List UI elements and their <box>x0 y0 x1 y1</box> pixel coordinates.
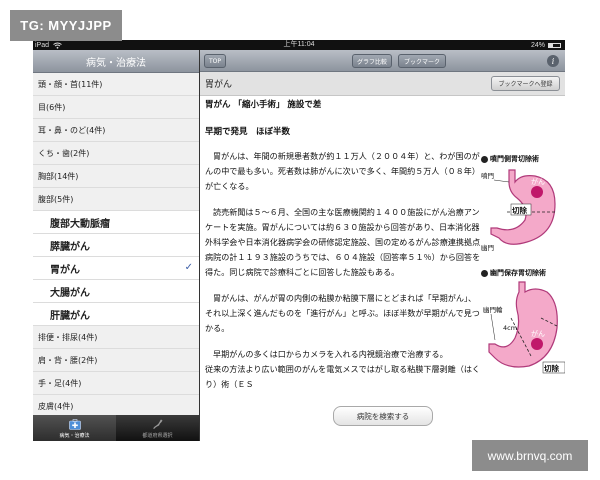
article-header-title: 胃がん <box>205 80 233 90</box>
watermark-top-left: TG: MYYJJPP <box>10 10 122 41</box>
sidebar-item-head[interactable]: 頭・顔・首(11件) <box>33 73 199 96</box>
sidebar-item-liver-cancer[interactable]: 肝臓がん <box>33 303 199 326</box>
info-icon[interactable]: i <box>547 55 559 67</box>
tab-label: 病気・治療法 <box>59 433 90 439</box>
stomach-diagram-1: がん 噴門 切除 幽門 <box>481 169 557 252</box>
detail-pane: TOP グラフ比較 ブックマーク i 胃がん ブックマークへ登録 胃がん 「縮小… <box>200 50 565 441</box>
article-content: 胃がん 「縮小手術」 施設で差 早期で発見 ほぼ半数 胃がんは、年間の新規患者数… <box>200 96 565 441</box>
svg-text:切除: 切除 <box>512 205 527 215</box>
tab-bar: 病気・治療法 都道府県選択 <box>33 415 199 441</box>
svg-text:がん: がん <box>531 177 545 186</box>
article-paragraph: 胃がんは、年間の新規患者数が約１１万人（２００４年）と、わが国のがんの中で最も多… <box>205 151 480 191</box>
cancer-marker <box>531 186 543 198</box>
search-hospital-button[interactable]: 病院を検索する <box>333 406 433 426</box>
article-headline: 胃がん 「縮小手術」 施設で差 <box>205 100 322 110</box>
sidebar-item-label: くち・歯(2件) <box>38 148 90 158</box>
article-paragraph: 胃がんは、がんが胃の内側の粘膜か粘膜下層にとどまれば「早期がん」、それ以上深く進… <box>205 293 480 333</box>
svg-text:切除: 切除 <box>544 363 559 373</box>
sidebar-item-bowel-urination[interactable]: 排便・排尿(4件) <box>33 326 199 349</box>
sidebar-item-shoulder-back-waist[interactable]: 肩・背・腰(2件) <box>33 349 199 372</box>
svg-text:4cm: 4cm <box>503 324 517 332</box>
ipad-screen: iPad 上午11:04 24% 病気・治療法 頭・顔・首(11件) 目(6件)… <box>33 40 565 441</box>
bullet-icon <box>481 269 488 277</box>
status-time: 上午11:04 <box>283 41 315 48</box>
sidebar-item-label: 腹部大動脈瘤 <box>50 218 110 230</box>
sidebar-list: 頭・顔・首(11件) 目(6件) 耳・鼻・のど(4件) くち・歯(2件) 胸部(… <box>33 73 199 418</box>
medical-kit-icon <box>68 419 81 430</box>
sidebar-item-label: 胸部(14件) <box>38 171 79 181</box>
sidebar-item-label: 大腸がん <box>50 287 90 299</box>
article-subhead: 早期で発見 ほぼ半数 <box>205 127 291 137</box>
tab-diseases[interactable]: 病気・治療法 <box>33 415 116 441</box>
watermark-bottom-right: www.brnvq.com <box>472 440 588 471</box>
sidebar-item-colorectal-cancer[interactable]: 大腸がん <box>33 280 199 303</box>
sidebar-item-pancreatic-cancer[interactable]: 膵臓がん <box>33 234 199 257</box>
figure-title: 幽門保存胃切除術 <box>481 268 565 278</box>
japan-map-icon <box>152 419 162 429</box>
sidebar-item-label: 耳・鼻・のど(4件) <box>38 125 106 135</box>
top-toolbar: TOP グラフ比較 ブックマーク i <box>200 50 565 72</box>
battery-percent: 24% <box>530 41 545 49</box>
sidebar-item-label: 胃がん <box>50 264 80 276</box>
stomach-diagram-2: がん 幽門輪 4cm 切除 <box>483 281 565 374</box>
bullet-icon <box>481 155 488 163</box>
article-paragraph: 早期がんの多くは口からカメラを入れる内視鏡治療で治療する。 <box>213 349 448 359</box>
sidebar-item-label: 皮膚(4件) <box>38 401 74 411</box>
figure-pylorus-preserving-gastrectomy: 幽門保存胃切除術 がん 幽門輪 4cm 切除 <box>481 268 565 378</box>
article-header: 胃がん ブックマークへ登録 <box>200 72 565 96</box>
sidebar-item-label: 肝臓がん <box>50 310 90 322</box>
sidebar-item-label: 手・足(4件) <box>38 378 82 388</box>
add-bookmark-button[interactable]: ブックマークへ登録 <box>491 76 560 91</box>
sidebar-item-abdominal-aortic-aneurysm[interactable]: 腹部大動脈瘤 <box>33 211 199 234</box>
sidebar-item-label: 肩・背・腰(2件) <box>38 355 98 365</box>
svg-text:幽門輪: 幽門輪 <box>483 305 503 314</box>
svg-text:噴門: 噴門 <box>481 171 494 180</box>
sidebar-title: 病気・治療法 <box>33 50 199 73</box>
sidebar-item-ear-nose-throat[interactable]: 耳・鼻・のど(4件) <box>33 119 199 142</box>
sidebar-item-abdomen[interactable]: 腹部(5件) <box>33 188 199 211</box>
figure-proximal-gastrectomy: 噴門側胃切除術 がん 噴門 切除 幽門 <box>481 154 565 260</box>
sidebar-item-chest[interactable]: 胸部(14件) <box>33 165 199 188</box>
cancer-marker <box>531 338 543 350</box>
sidebar-item-label: 膵臓がん <box>50 241 90 253</box>
sidebar-item-mouth-teeth[interactable]: くち・歯(2件) <box>33 142 199 165</box>
tab-label: 都道府県選択 <box>142 433 173 439</box>
svg-text:がん: がん <box>531 329 545 338</box>
sidebar-item-stomach-cancer[interactable]: 胃がん ✓ <box>33 257 199 280</box>
article-body: 胃がん 「縮小手術」 施設で差 早期で発見 ほぼ半数 胃がんは、年間の新規患者数… <box>205 96 481 403</box>
status-bar: iPad 上午11:04 24% <box>33 40 565 50</box>
article-paragraph: 読売新聞は５～６月、全国の主な医療機関約１４００施設にがん治療アンケートを実施。… <box>205 207 481 277</box>
sidebar-item-label: 目(6件) <box>38 102 66 112</box>
bookmark-button[interactable]: ブックマーク <box>398 54 446 68</box>
sidebar-item-hand-foot[interactable]: 手・足(4件) <box>33 372 199 395</box>
sidebar-item-label: 腹部(5件) <box>38 194 74 204</box>
checkmark-icon: ✓ <box>184 262 193 273</box>
tab-prefecture[interactable]: 都道府県選択 <box>116 415 199 441</box>
sidebar-item-label: 頭・顔・首(11件) <box>38 79 103 89</box>
sidebar-item-eye[interactable]: 目(6件) <box>33 96 199 119</box>
top-button[interactable]: TOP <box>204 54 226 68</box>
figure-title: 噴門側胃切除術 <box>481 154 565 164</box>
article-paragraph: 従来の方法より広い範囲のがんを電気メスではがし取る粘膜下層剥離（はくり）術（ＥＳ <box>205 364 481 389</box>
graph-compare-button[interactable]: グラフ比較 <box>352 54 392 68</box>
svg-text:幽門: 幽門 <box>481 243 494 252</box>
battery-icon <box>548 42 561 48</box>
sidebar-item-label: 排便・排尿(4件) <box>38 332 98 342</box>
sidebar: 病気・治療法 頭・顔・首(11件) 目(6件) 耳・鼻・のど(4件) くち・歯(… <box>33 50 199 441</box>
